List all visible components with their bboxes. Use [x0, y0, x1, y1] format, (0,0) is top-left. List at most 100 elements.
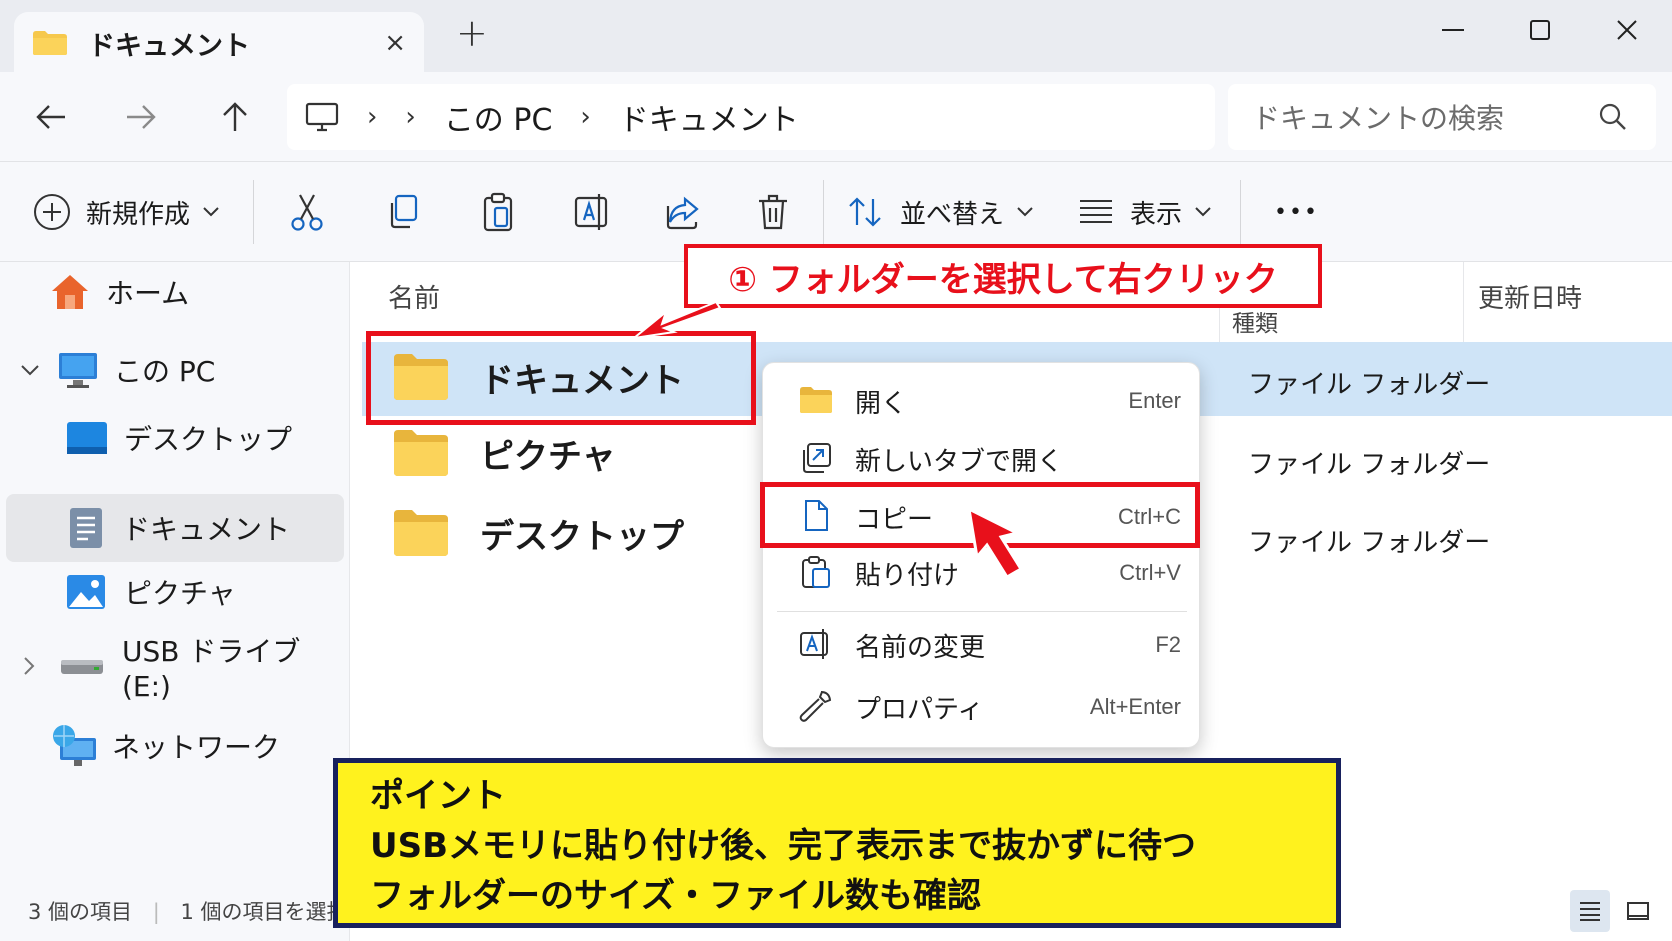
menu-item-label: 新しいタブで開く: [855, 446, 1064, 477]
tab-close-button[interactable]: ×: [384, 30, 406, 56]
menu-item-open[interactable]: 開く Enter: [763, 375, 1201, 427]
arrow-left-icon: [36, 105, 65, 129]
breadcrumb-separator[interactable]: ›: [580, 102, 590, 132]
column-header-name[interactable]: 名前: [388, 278, 440, 315]
sort-icon: [849, 197, 881, 227]
file-type: ファイル フォルダー: [1248, 450, 1491, 480]
chevron-down-icon: [1195, 207, 1211, 217]
scissors-icon: [291, 194, 323, 231]
arrow-up-icon: [223, 102, 247, 131]
sort-button[interactable]: 並べ替え: [848, 190, 1034, 234]
menu-item-shortcut: F2: [1155, 632, 1181, 657]
document-icon: [70, 508, 102, 548]
menu-item-properties[interactable]: プロパティ Alt+Enter: [763, 681, 1201, 733]
wrench-icon: [799, 691, 832, 722]
sidebar-item-usb-drive[interactable]: USB ドライブ (E:): [22, 635, 349, 703]
toolbar-divider: [823, 180, 824, 244]
file-name: ピクチャ: [480, 436, 616, 477]
details-view-button[interactable]: [1570, 890, 1610, 932]
breadcrumb-separator[interactable]: ›: [367, 102, 377, 132]
view-list-icon: [1080, 200, 1112, 223]
copy-icon: [390, 194, 418, 229]
tab-documents[interactable]: ドキュメント ×: [14, 12, 424, 74]
computer-icon: [305, 102, 339, 132]
file-type: ファイル フォルダー: [1248, 370, 1491, 400]
file-row-desktop[interactable]: デスクトップ: [392, 508, 684, 558]
paste-icon: [802, 556, 830, 588]
sidebar-item-home[interactable]: ホーム: [50, 262, 189, 322]
forward-button[interactable]: [118, 94, 164, 140]
step-callout: ① フォルダーを選択して右クリック: [684, 244, 1322, 308]
note-title: ポイント: [370, 776, 506, 816]
rename-icon: [800, 629, 828, 659]
folder-icon: [394, 510, 448, 556]
home-icon: [52, 275, 88, 309]
file-type: ファイル フォルダー: [1248, 528, 1491, 558]
menu-item-shortcut: Ctrl+V: [1119, 560, 1181, 585]
sidebar-item-documents[interactable]: ドキュメント: [68, 498, 290, 558]
usb-drive-icon: [61, 660, 103, 674]
folder-icon: [394, 430, 448, 476]
column-divider[interactable]: [1463, 262, 1464, 342]
menu-item-rename[interactable]: 名前の変更 F2: [763, 619, 1201, 671]
cut-button[interactable]: [290, 190, 324, 234]
tip-note-box: ポイント USBメモリに貼り付け後、完了表示まで抜かずに待つ フォルダーのサイズ…: [333, 758, 1341, 928]
sidebar-item-label: USB ドライブ (E:): [122, 634, 301, 703]
sidebar-item-label: ドキュメント: [122, 513, 291, 546]
new-label: 新規作成: [86, 199, 191, 230]
preview-view-icon: [1627, 902, 1649, 920]
minimize-icon: [1442, 29, 1464, 31]
breadcrumb-separator[interactable]: ›: [405, 102, 415, 132]
menu-item-label: 開く: [855, 388, 908, 419]
column-header-modified[interactable]: 更新日時: [1478, 278, 1582, 315]
copy-toolbar-button[interactable]: [386, 190, 420, 234]
minimize-button[interactable]: [1428, 10, 1478, 50]
sidebar-item-pictures[interactable]: ピクチャ: [66, 562, 236, 622]
sidebar-item-this-pc[interactable]: この PC: [20, 340, 215, 400]
rename-icon: [574, 194, 608, 230]
close-window-button[interactable]: [1602, 10, 1652, 50]
sidebar-item-label: デスクトップ: [124, 423, 293, 456]
file-row-pictures[interactable]: ピクチャ: [392, 428, 616, 478]
share-icon: [666, 196, 699, 230]
breadcrumb-this-pc[interactable]: この PC: [444, 95, 553, 139]
folder-icon: [33, 31, 67, 55]
rename-toolbar-button[interactable]: [573, 190, 609, 234]
note-line-2: フォルダーのサイズ・ファイル数も確認: [370, 876, 981, 916]
sidebar-item-network[interactable]: ネットワーク: [52, 716, 280, 776]
breadcrumb-documents[interactable]: ドキュメント: [619, 95, 799, 139]
menu-item-label: 名前の変更: [855, 632, 986, 663]
cursor-arrow-icon: [967, 506, 1024, 580]
desktop-icon: [67, 422, 107, 454]
sidebar-item-label: ネットワーク: [112, 731, 281, 764]
toolbar-divider: [1240, 180, 1241, 244]
address-bar[interactable]: › › この PC › ドキュメント: [287, 84, 1215, 150]
paste-toolbar-button[interactable]: [482, 190, 514, 234]
network-icon: [53, 725, 96, 766]
details-view-icon: [1580, 902, 1600, 921]
delete-toolbar-button[interactable]: [757, 190, 789, 234]
arrow-pointer-icon: [630, 300, 722, 340]
sidebar-item-desktop[interactable]: デスクトップ: [66, 408, 292, 468]
navigation-pane: ホーム この PC デスクトップ ドキュメント ピクチャ USB ドライブ (E…: [0, 262, 350, 941]
chevron-right-icon: [24, 657, 35, 675]
back-button[interactable]: [28, 94, 74, 140]
column-header-type[interactable]: 種類: [1232, 304, 1278, 338]
tab-title: ドキュメント: [88, 30, 250, 62]
selected-count: 1 個の項目を選択: [180, 900, 348, 924]
sort-label: 並べ替え: [900, 199, 1005, 230]
preview-view-button[interactable]: [1618, 890, 1658, 932]
menu-item-open-new-tab[interactable]: 新しいタブで開く: [763, 433, 1201, 485]
new-tab-button[interactable]: +: [456, 14, 488, 52]
view-button[interactable]: 表示: [1078, 190, 1212, 234]
view-label: 表示: [1130, 199, 1183, 230]
search-icon: [1599, 103, 1626, 130]
share-toolbar-button[interactable]: [665, 190, 701, 234]
up-button[interactable]: [212, 94, 258, 140]
new-tab-icon: [803, 443, 831, 473]
paste-icon: [483, 192, 513, 232]
maximize-button[interactable]: [1515, 10, 1565, 50]
search-input[interactable]: ドキュメントの検索: [1228, 84, 1656, 150]
more-options-button[interactable]: •••: [1274, 190, 1319, 234]
new-button[interactable]: 新規作成: [32, 190, 220, 234]
